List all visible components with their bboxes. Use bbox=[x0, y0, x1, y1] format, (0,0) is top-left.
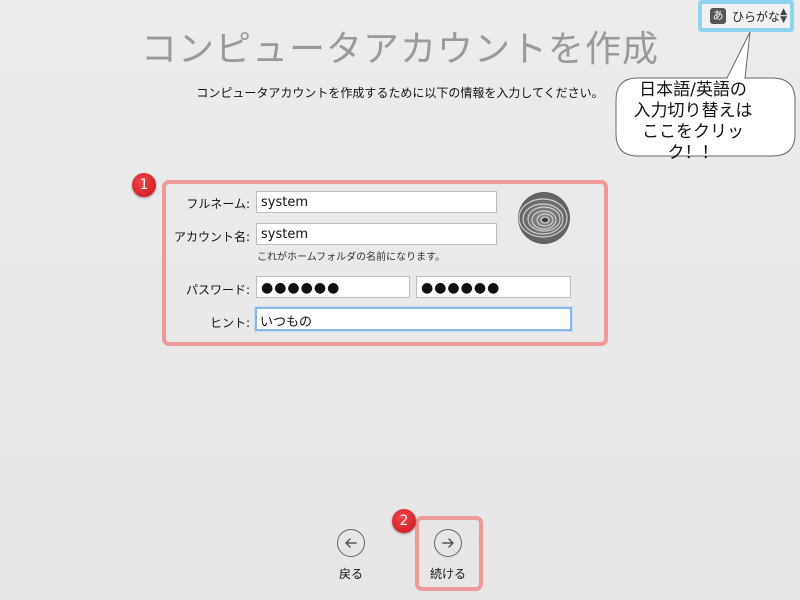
zen-stone-icon bbox=[518, 192, 570, 244]
annotation-frame-continue bbox=[415, 516, 483, 591]
up-down-arrows-icon: ▲ ▼ bbox=[780, 7, 787, 25]
password-label: パスワード: bbox=[185, 283, 250, 297]
back-button-label: 戻る bbox=[338, 567, 363, 581]
password-field[interactable]: ●●●●●● bbox=[256, 276, 410, 298]
step-badge-2: 2 bbox=[392, 509, 416, 533]
fullname-label: フルネーム: bbox=[186, 197, 250, 211]
input-source-label: ひらがな bbox=[732, 9, 781, 24]
callout-text: 日本語/英語の 入力切り替えは ここをクリック！！ bbox=[633, 80, 753, 163]
arrow-left-icon bbox=[337, 529, 365, 557]
step-badge-1: 1 bbox=[132, 173, 156, 197]
page-title: コンピュータアカウントを作成 bbox=[140, 29, 659, 70]
hint-field[interactable]: いつもの bbox=[255, 307, 572, 331]
hint-label: ヒント: bbox=[209, 316, 250, 330]
user-avatar[interactable] bbox=[518, 192, 570, 244]
account-name-label: アカウント名: bbox=[173, 230, 250, 244]
back-button[interactable]: 戻る bbox=[331, 529, 371, 582]
hiragana-icon: あ bbox=[710, 8, 726, 24]
fullname-field[interactable]: system bbox=[256, 191, 497, 213]
input-source-menu[interactable]: あ ひらがな ▲ ▼ bbox=[698, 0, 794, 32]
password-verify-field[interactable]: ●●●●●● bbox=[416, 276, 571, 298]
account-name-field[interactable]: system bbox=[256, 223, 497, 245]
account-name-note: これがホームフォルダの名前になります。 bbox=[257, 252, 446, 263]
